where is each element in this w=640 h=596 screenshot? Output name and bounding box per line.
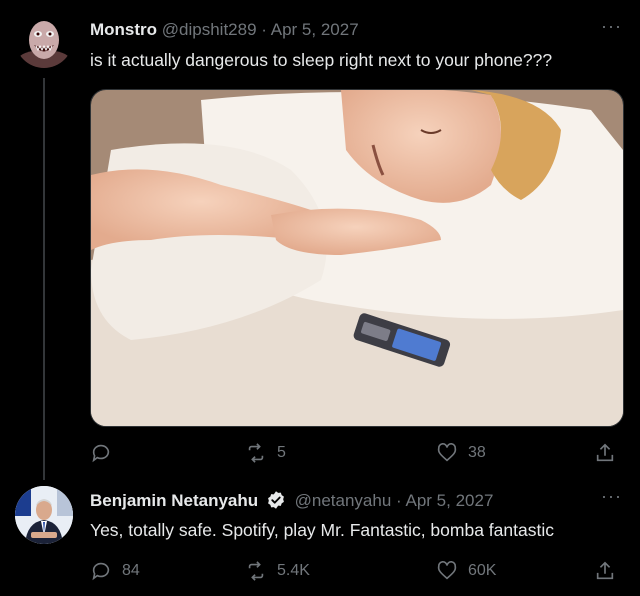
share-icon — [596, 443, 614, 462]
tweet-date[interactable]: Apr 5, 2027 — [271, 20, 359, 39]
more-icon[interactable]: ··· — [601, 16, 622, 37]
avatar-netanyahu[interactable] — [15, 486, 73, 544]
like-icon — [437, 561, 457, 580]
reply-icon — [92, 444, 110, 463]
tweet-text: is it actually dangerous to sleep right … — [90, 50, 553, 70]
tweet-media-image[interactable] — [90, 89, 624, 427]
reply-button[interactable]: 84 — [90, 556, 140, 586]
tweet-netanyahu[interactable]: Benjamin Netanyahu @netanyahu · Apr 5, 2… — [0, 480, 640, 596]
share-button[interactable] — [594, 438, 616, 468]
tweet-monstro[interactable]: Monstro @dipshit289 · Apr 5, 2027 ··· is… — [0, 0, 640, 480]
separator: · — [396, 491, 402, 510]
tweet-header: Benjamin Netanyahu @netanyahu · Apr 5, 2… — [90, 490, 493, 511]
retweet-icon — [248, 561, 264, 581]
reply-icon — [92, 562, 110, 581]
more-icon[interactable]: ··· — [601, 486, 622, 507]
like-button[interactable]: 60K — [436, 556, 496, 586]
verified-badge-icon — [267, 491, 284, 509]
share-icon — [596, 561, 614, 580]
like-icon — [437, 443, 457, 462]
like-count: 60K — [468, 562, 497, 579]
separator: · — [261, 20, 267, 39]
user-handle[interactable]: @netanyahu — [295, 491, 392, 510]
reply-button[interactable] — [90, 438, 122, 468]
tweet-date[interactable]: Apr 5, 2027 — [406, 491, 494, 510]
retweet-button[interactable]: 5 — [245, 438, 286, 468]
retweet-count: 5.4K — [277, 562, 310, 579]
retweet-count: 5 — [277, 444, 286, 461]
share-button[interactable] — [594, 556, 616, 586]
tweet-header: Monstro @dipshit289 · Apr 5, 2027 — [90, 20, 359, 40]
reply-count: 84 — [122, 562, 140, 579]
like-button[interactable]: 38 — [436, 438, 486, 468]
like-count: 38 — [468, 444, 486, 461]
retweet-button[interactable]: 5.4K — [245, 556, 310, 586]
display-name[interactable]: Benjamin Netanyahu — [90, 491, 258, 510]
tweet-text: Yes, totally safe. Spotify, play Mr. Fan… — [90, 520, 554, 540]
retweet-icon — [248, 443, 264, 463]
avatar-monstro[interactable] — [15, 10, 73, 68]
display-name[interactable]: Monstro — [90, 20, 157, 39]
tweet-actions: 5 38 — [88, 438, 623, 468]
user-handle[interactable]: @dipshit289 — [162, 20, 257, 39]
tweet-actions: 84 5.4K 60K — [88, 556, 623, 586]
